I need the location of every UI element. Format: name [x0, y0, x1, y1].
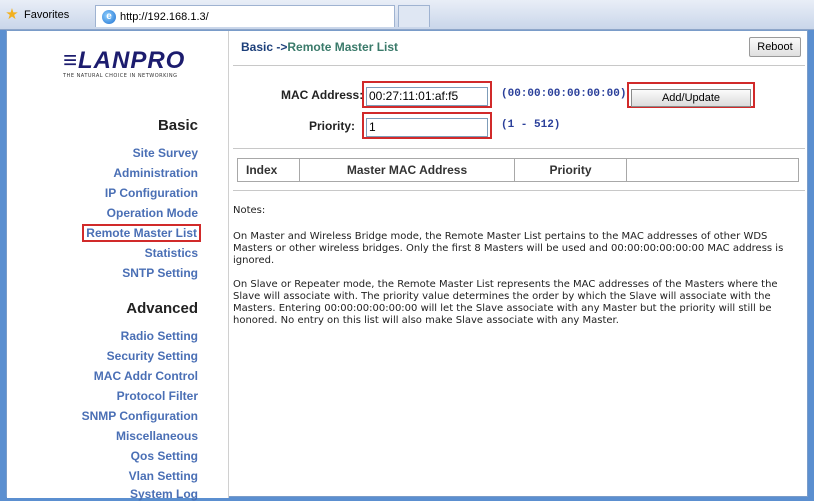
- sidebar-item-radio-setting[interactable]: Radio Setting: [121, 329, 198, 343]
- logo: ≡LANPRO THE NATURAL CHOICE IN NETWORKING: [63, 47, 213, 81]
- mac-address-field-highlight: [362, 81, 492, 108]
- mac-address-hint: (00:00:00:00:00:00): [501, 88, 627, 100]
- main-content: Basic ->Remote Master List Reboot MAC Ad…: [229, 31, 809, 498]
- logo-text: ≡LANPRO: [63, 47, 186, 74]
- column-header-index: Index: [238, 159, 300, 181]
- mac-address-input[interactable]: [366, 86, 488, 106]
- advanced-section-title: Advanced: [126, 300, 198, 317]
- page-frame: ≡LANPRO THE NATURAL CHOICE IN NETWORKING…: [6, 30, 809, 501]
- sidebar-item-operation-mode[interactable]: Operation Mode: [107, 206, 198, 220]
- priority-input[interactable]: [366, 117, 488, 137]
- star-icon: ★: [5, 6, 19, 23]
- divider: [233, 190, 805, 191]
- sidebar-item-statistics[interactable]: Statistics: [145, 246, 198, 260]
- sidebar-item-miscellaneous[interactable]: Miscellaneous: [116, 429, 198, 443]
- sidebar-item-protocol-filter[interactable]: Protocol Filter: [117, 389, 198, 403]
- breadcrumb-prefix: Basic ->: [241, 40, 288, 54]
- logo-tagline: THE NATURAL CHOICE IN NETWORKING: [63, 73, 178, 79]
- divider: [233, 148, 805, 149]
- browser-icon: e: [102, 9, 116, 24]
- column-header-action: [627, 159, 798, 181]
- breadcrumb-current: Remote Master List: [287, 40, 399, 54]
- notes-paragraph: On Slave or Repeater mode, the Remote Ma…: [233, 279, 778, 326]
- column-header-master-mac: Master MAC Address: [300, 159, 515, 181]
- browser-toolbar: ★ Favorites e http://192.168.1.3/: [0, 0, 814, 30]
- basic-section-title: Basic: [157, 117, 198, 134]
- tab-url: http://192.168.1.3/: [120, 10, 209, 23]
- notes-section: Notes: On Master and Wireless Bridge mod…: [233, 205, 789, 339]
- sidebar-item-vlan-setting[interactable]: Vlan Setting: [129, 469, 198, 483]
- sidebar-item-remote-master-list[interactable]: Remote Master List: [82, 224, 201, 242]
- sidebar-item-administration[interactable]: Administration: [113, 166, 198, 180]
- priority-label: Priority:: [309, 119, 356, 133]
- sidebar-item-ip-configuration[interactable]: IP Configuration: [105, 186, 198, 200]
- column-header-priority: Priority: [515, 159, 627, 181]
- sidebar-item-mac-addr-control[interactable]: MAC Addr Control: [94, 369, 198, 383]
- notes-paragraph: On Master and Wireless Bridge mode, the …: [233, 231, 784, 266]
- sidebar-item-snmp-configuration[interactable]: SNMP Configuration: [82, 409, 198, 423]
- mac-address-label: MAC Address:: [281, 88, 364, 102]
- add-update-highlight: Add/Update: [627, 82, 755, 108]
- favorites-label: Favorites: [24, 9, 70, 21]
- divider: [233, 65, 805, 66]
- sidebar-item-qos-setting[interactable]: Qos Setting: [131, 449, 198, 463]
- notes-title: Notes:: [233, 205, 266, 216]
- sidebar-item-site-survey[interactable]: Site Survey: [133, 146, 198, 160]
- sidebar: ≡LANPRO THE NATURAL CHOICE IN NETWORKING…: [7, 31, 229, 501]
- sidebar-item-sntp-setting[interactable]: SNTP Setting: [122, 266, 198, 280]
- priority-hint: (1 - 512): [501, 119, 561, 131]
- master-list-table-header: Index Master MAC Address Priority: [237, 158, 799, 182]
- new-tab-button[interactable]: [398, 5, 430, 27]
- favorites-button[interactable]: ★ Favorites: [4, 5, 90, 25]
- sidebar-item-security-setting[interactable]: Security Setting: [107, 349, 198, 363]
- reboot-button[interactable]: Reboot: [749, 37, 801, 57]
- sidebar-item-system-log[interactable]: System Log: [130, 487, 198, 501]
- priority-field-highlight: [362, 112, 492, 139]
- breadcrumb: Basic ->Remote Master List: [241, 40, 398, 54]
- browser-tab[interactable]: e http://192.168.1.3/: [95, 5, 395, 27]
- add-update-button[interactable]: Add/Update: [631, 89, 751, 107]
